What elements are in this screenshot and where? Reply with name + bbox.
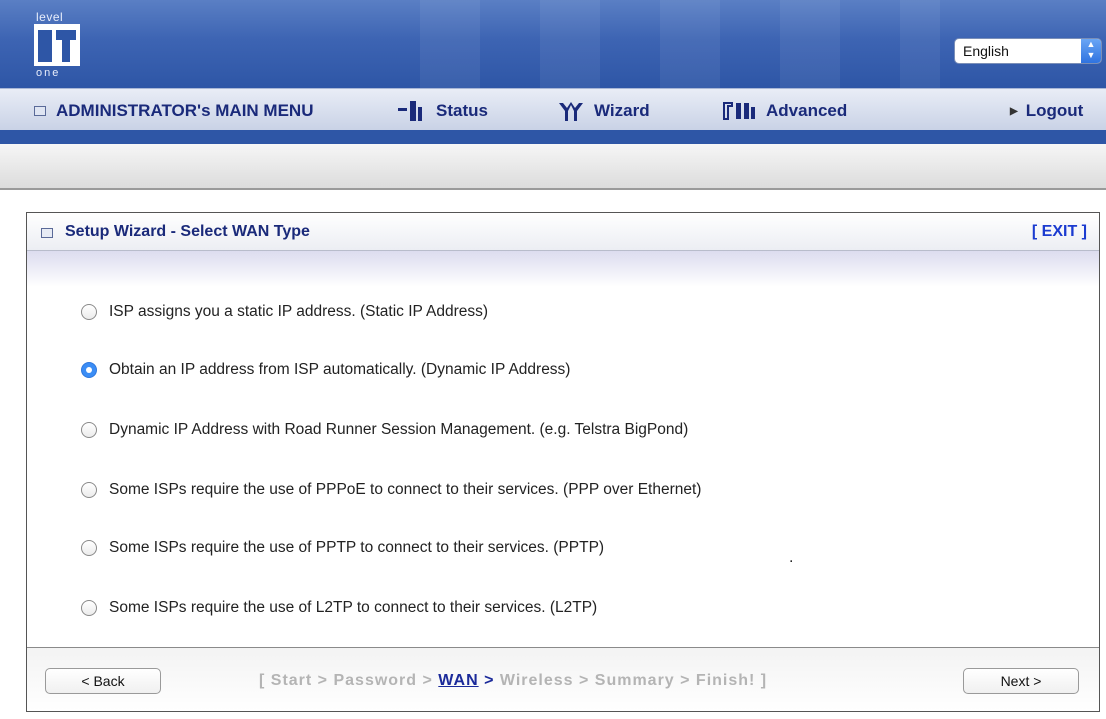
step-password: Password (333, 672, 418, 689)
radio-button[interactable] (81, 540, 97, 556)
menu-wizard[interactable]: Wizard (558, 101, 650, 121)
wan-option-static[interactable]: ISP assigns you a static IP address. (St… (81, 303, 488, 321)
main-menu-bar: ADMINISTRATOR's MAIN MENU Status Wizard … (0, 88, 1106, 130)
wizard-steps: [ Start > Password > WAN > Wireless > Su… (259, 672, 767, 690)
step-start: Start (270, 672, 313, 689)
wan-option-pptp[interactable]: Some ISPs require the use of PPTP to con… (81, 539, 604, 557)
header-banner: level one English ▲ ▼ (0, 0, 1106, 88)
banner-decoration (420, 0, 940, 88)
wizard-panel: Setup Wizard - Select WAN Type [ EXIT ] … (26, 212, 1100, 712)
step-separator: > (417, 672, 439, 689)
logout-label: Logout (1025, 101, 1084, 120)
option-label: Some ISPs require the use of L2TP to con… (109, 599, 598, 616)
option-label: Dynamic IP Address with Road Runner Sess… (109, 421, 689, 438)
wizard-icon (559, 102, 583, 121)
step-wireless: Wireless (499, 672, 574, 689)
back-button[interactable]: < Back (45, 668, 161, 694)
menu-status[interactable]: Status (398, 101, 488, 121)
radio-button[interactable] (81, 600, 97, 616)
logo-top-text: level (36, 10, 64, 24)
logo-bottom-text: one (36, 67, 61, 79)
radio-button-selected[interactable] (81, 362, 97, 378)
status-label: Status (436, 101, 488, 120)
administrator-main-menu[interactable]: ADMINISTRATOR's MAIN MENU (34, 101, 313, 121)
step-summary: Summary (594, 672, 675, 689)
panel-header: Setup Wizard - Select WAN Type [ EXIT ] (27, 213, 1099, 251)
panel-title: Setup Wizard - Select WAN Type (65, 223, 310, 240)
status-icon (398, 101, 422, 121)
wan-option-l2tp[interactable]: Some ISPs require the use of L2TP to con… (81, 599, 597, 617)
step-finish: Finish! (695, 672, 756, 689)
wizard-footer: < Back [ Start > Password > WAN > Wirele… (27, 647, 1099, 711)
wan-option-pppoe[interactable]: Some ISPs require the use of PPPoE to co… (81, 481, 701, 499)
panel-gradient-band (27, 251, 1099, 287)
option-label: Obtain an IP address from ISP automatica… (109, 361, 571, 378)
option-label: ISP assigns you a static IP address. (St… (109, 303, 489, 320)
radio-button[interactable] (81, 482, 97, 498)
wizard-label: Wizard (594, 101, 650, 120)
select-arrows-icon: ▲ ▼ (1081, 39, 1101, 63)
advanced-label: Advanced (766, 101, 848, 120)
language-select[interactable]: English ▲ ▼ (954, 38, 1102, 64)
steps-close-bracket: ] (755, 672, 768, 689)
option-label: Some ISPs require the use of PPTP to con… (109, 539, 605, 556)
menu-advanced[interactable]: Advanced (722, 101, 847, 121)
logo-mark-icon (34, 24, 80, 66)
language-select-value: English (963, 43, 1009, 59)
radio-button[interactable] (81, 304, 97, 320)
advanced-icon (723, 102, 755, 120)
steps-open-bracket: [ (259, 672, 271, 689)
triangle-right-icon: ▶ (1010, 105, 1018, 117)
option-label: Some ISPs require the use of PPPoE to co… (109, 481, 702, 498)
step-wan-current: WAN (438, 672, 479, 689)
stray-dot: . (789, 549, 794, 566)
submenu-strip (0, 144, 1106, 190)
main-menu-label: ADMINISTRATOR's MAIN MENU (56, 101, 314, 120)
wan-option-dynamic[interactable]: Obtain an IP address from ISP automatica… (81, 361, 570, 379)
exit-link[interactable]: [ EXIT ] (1032, 223, 1087, 241)
panel-box-icon (41, 228, 53, 238)
radio-button[interactable] (81, 422, 97, 438)
next-button[interactable]: Next > (963, 668, 1079, 694)
step-separator: > (674, 672, 696, 689)
levelone-logo: level one (34, 11, 84, 79)
step-separator: > (573, 672, 595, 689)
menu-logout[interactable]: ▶ Logout (1010, 101, 1083, 121)
menu-box-icon (34, 106, 46, 116)
menu-underline-bar (0, 130, 1106, 144)
step-separator-current: > (478, 672, 500, 689)
step-separator: > (312, 672, 334, 689)
wan-option-road-runner[interactable]: Dynamic IP Address with Road Runner Sess… (81, 421, 688, 439)
